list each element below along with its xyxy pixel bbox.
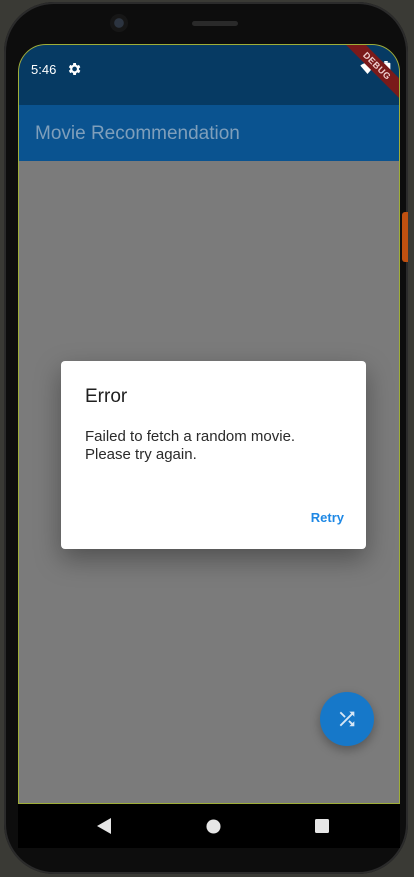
retry-button[interactable]: Retry [311,510,344,525]
home-circle-icon [205,818,221,834]
dialog-title: Error [85,386,128,407]
shuffle-fab[interactable] [320,692,374,746]
status-bar: 5:46 DEBUG [19,45,399,107]
debug-banner: DEBUG [336,45,399,107]
app-screen: 5:46 DEBUG Movie Recommendation Error Fa… [18,44,400,804]
front-camera-icon [110,14,128,32]
settings-gear-icon [68,63,81,75]
recents-button[interactable] [312,816,332,836]
shuffle-icon [339,711,355,727]
back-triangle-icon [97,818,111,834]
home-button[interactable] [203,816,223,836]
top-bezel [4,2,408,46]
recents-square-icon [315,819,329,833]
dialog-message: Failed to fetch a random movie. Please t… [85,428,296,463]
back-button[interactable] [94,816,114,836]
navigation-bar [18,804,400,848]
app-bar-title: Movie Recommendation [35,123,240,144]
error-dialog: Error Failed to fetch a random movie. Pl… [61,361,366,549]
phone-device: 5:46 DEBUG Movie Recommendation Error Fa… [4,2,408,874]
side-volume-key [402,212,408,262]
earpiece-speaker [192,21,238,26]
app-bar: Movie Recommendation [19,105,399,161]
status-time: 5:46 [31,62,57,77]
